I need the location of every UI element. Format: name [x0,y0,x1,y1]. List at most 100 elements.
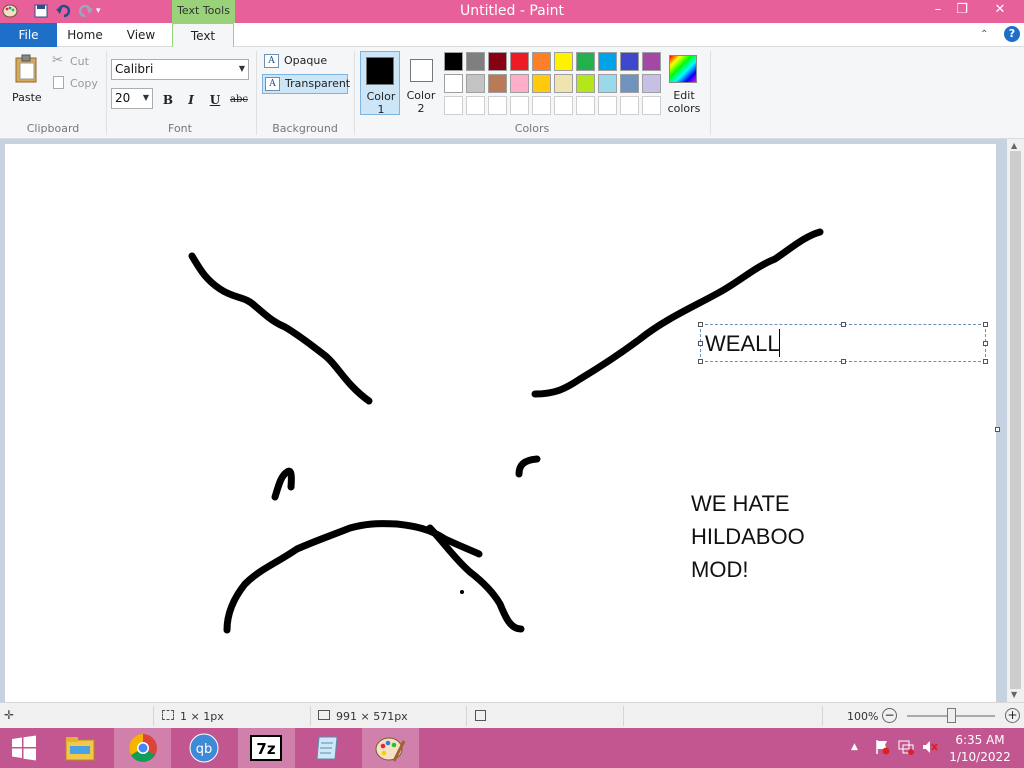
palette-swatch[interactable] [642,74,661,93]
show-hidden-icons[interactable]: ▲ [851,742,858,752]
opaque-option[interactable]: A Opaque [262,52,342,72]
tab-text[interactable]: Text [172,23,234,48]
restore-button[interactable]: ❐ [946,0,978,22]
palette-swatch[interactable] [444,74,463,93]
paste-icon [15,54,37,83]
edit-colors-button[interactable]: Edit colors [666,53,704,117]
font-size-select[interactable]: 20 ▼ [111,88,153,109]
tab-home[interactable]: Home [60,23,110,47]
font-size-value: 20 [115,91,131,105]
palette-swatch[interactable] [444,96,463,115]
color1-label-num: 1 [377,103,385,116]
network-icon[interactable] [898,739,914,755]
palette-swatch[interactable] [488,96,507,115]
tab-view[interactable]: View [115,23,167,47]
resize-handle[interactable] [841,322,846,327]
font-family-value: Calibri [115,62,154,76]
strikethrough-button[interactable]: abc [228,91,250,109]
zoom-out-button[interactable]: − [882,708,897,723]
palette-swatch[interactable] [576,96,595,115]
color2-label-num: 2 [417,102,425,115]
color1-button[interactable]: Color 1 [360,51,400,116]
vertical-scrollbar[interactable]: ▲ ▼ [1007,139,1024,702]
palette-swatch[interactable] [620,74,639,93]
text-input-box[interactable]: WEALL [700,324,986,362]
taskbar-file-explorer[interactable] [52,728,109,768]
copy-button[interactable]: Copy [52,75,102,93]
chevron-down-icon: ▼ [142,93,149,102]
taskbar-qbittorrent[interactable]: qb [176,728,233,768]
palette-swatch[interactable] [598,96,617,115]
group-separator [106,51,107,135]
palette-swatch[interactable] [510,96,529,115]
scroll-up-icon[interactable]: ▲ [1011,141,1017,150]
palette-swatch[interactable] [598,74,617,93]
start-button[interactable] [0,728,48,768]
palette-swatch[interactable] [532,52,551,71]
selection-size: 1 × 1px [180,710,224,723]
zoom-slider[interactable] [907,708,995,723]
folder-icon [65,737,95,761]
tab-file[interactable]: File [0,23,57,47]
minimize-ribbon-icon[interactable]: ⌃ [980,29,988,40]
close-button[interactable]: ✕ [980,0,1020,22]
palette-swatch[interactable] [466,74,485,93]
help-icon[interactable]: ? [1004,26,1020,42]
color2-button[interactable]: Color 2 [403,51,441,115]
palette-swatch[interactable] [488,52,507,71]
clock-time[interactable]: 6:35 AM [942,733,1018,747]
font-family-select[interactable]: Calibri ▼ [111,59,249,80]
italic-button[interactable]: I [181,91,201,109]
resize-handle[interactable] [983,341,988,346]
resize-handle[interactable] [698,359,703,364]
group-label-colors: Colors [514,122,550,135]
resize-handle[interactable] [698,322,703,327]
palette-swatch[interactable] [444,52,463,71]
zoom-in-button[interactable]: + [1005,708,1020,723]
underline-button[interactable]: U [205,91,225,109]
volume-muted-icon[interactable] [922,739,938,755]
text-cursor [779,329,780,357]
resize-handle[interactable] [983,322,988,327]
transparent-option[interactable]: A Transparent [262,74,350,94]
paste-button[interactable]: Paste [8,51,46,107]
zoom-slider-thumb[interactable] [946,708,956,723]
resize-handle[interactable] [698,341,703,346]
drawing-canvas[interactable]: WEALL WE HATE HILDABOO MOD! [5,144,996,702]
palette-swatch[interactable] [642,52,661,71]
palette-swatch[interactable] [554,96,573,115]
palette-swatch[interactable] [620,96,639,115]
canvas-resize-handle[interactable] [995,427,1000,432]
scissors-icon: ✂ [52,53,63,68]
palette-swatch[interactable] [532,96,551,115]
taskbar-paint[interactable] [362,728,419,768]
action-center-flag-icon[interactable] [874,739,890,755]
palette-swatch[interactable] [554,52,573,71]
palette-swatch[interactable] [466,52,485,71]
scroll-down-icon[interactable]: ▼ [1011,690,1017,699]
taskbar-notepad[interactable] [300,728,357,768]
cursor-position-icon: ✛ [4,708,15,722]
palette-swatch[interactable] [466,96,485,115]
palette-swatch[interactable] [532,74,551,93]
palette-swatch[interactable] [576,52,595,71]
palette-swatch[interactable] [620,52,639,71]
cut-button[interactable]: ✂ Cut [52,53,102,71]
resize-handle[interactable] [841,359,846,364]
palette-swatch[interactable] [576,74,595,93]
bold-button[interactable]: B [158,91,178,109]
taskbar-7zip[interactable]: 7z [238,728,295,768]
palette-swatch[interactable] [598,52,617,71]
palette-swatch[interactable] [510,74,529,93]
palette-swatch[interactable] [488,74,507,93]
group-label-background: Background [272,122,338,135]
palette-swatch[interactable] [510,52,529,71]
taskbar-chrome[interactable] [114,728,171,768]
svg-text:qb: qb [196,742,213,757]
clock-date[interactable]: 1/10/2022 [942,750,1018,764]
resize-handle[interactable] [983,359,988,364]
palette-swatch[interactable] [642,96,661,115]
canvas-area: WEALL WE HATE HILDABOO MOD! [0,139,1024,702]
scrollbar-thumb[interactable] [1010,151,1021,689]
palette-swatch[interactable] [554,74,573,93]
